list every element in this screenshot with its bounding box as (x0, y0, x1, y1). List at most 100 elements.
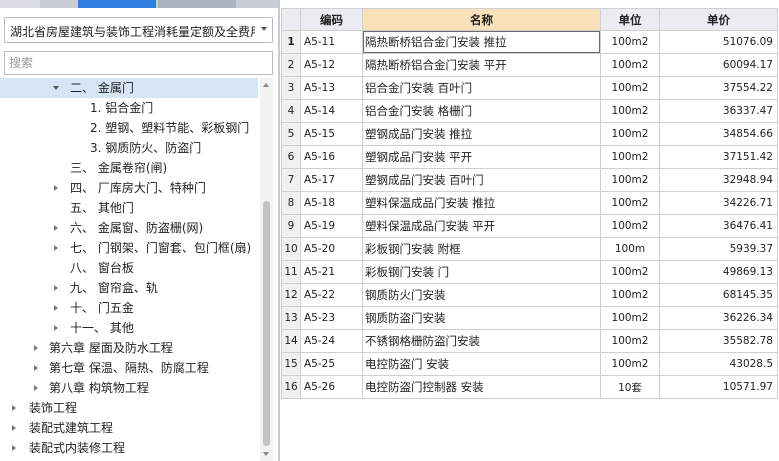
table-row[interactable]: 6 A5-16 塑钢成品门安装 平开 100m2 37151.42 (281, 145, 778, 169)
price-cell[interactable]: 37554.22 (659, 76, 778, 100)
price-cell[interactable]: 43028.5 (659, 352, 778, 376)
name-cell[interactable]: 钢质防盗门安装 (362, 306, 601, 330)
row-index-cell[interactable]: 12 (281, 283, 301, 307)
code-cell[interactable]: A5-22 (300, 283, 363, 307)
table-row[interactable]: 13 A5-23 钢质防盗门安装 100m2 36226.34 (281, 306, 778, 330)
unit-cell[interactable]: 100m2 (600, 30, 660, 54)
name-cell[interactable]: 铝合金门安装 格栅门 (362, 99, 601, 123)
code-cell[interactable]: A5-19 (300, 214, 363, 238)
row-index-cell[interactable]: 8 (281, 191, 301, 215)
tab-right[interactable] (158, 0, 236, 8)
name-cell[interactable]: 塑钢成品门安装 推拉 (362, 122, 601, 146)
table-row[interactable]: 16 A5-26 电控防盗门控制器 安装 10套 10571.97 (281, 375, 778, 399)
unit-cell[interactable]: 100m2 (600, 260, 660, 284)
name-cell[interactable]: 不锈钢格栅防盗门安装 (362, 329, 601, 353)
tree-node[interactable]: 三、 金属卷帘(闸) (0, 158, 258, 178)
column-header-index[interactable] (281, 8, 301, 31)
unit-cell[interactable]: 100m2 (600, 352, 660, 376)
quota-library-select[interactable]: 湖北省房屋建筑与装饰工程消耗量定额及全费用基价表 (4, 17, 273, 43)
row-index-cell[interactable]: 2 (281, 53, 301, 77)
row-index-cell[interactable]: 1 (281, 30, 301, 54)
table-row[interactable]: 7 A5-17 塑钢成品门安装 百叶门 100m2 32948.94 (281, 168, 778, 192)
row-index-cell[interactable]: 5 (281, 122, 301, 146)
name-cell[interactable]: 塑钢成品门安装 百叶门 (362, 168, 601, 192)
unit-cell[interactable]: 100m2 (600, 76, 660, 100)
code-cell[interactable]: A5-25 (300, 352, 363, 376)
price-cell[interactable]: 37151.42 (659, 145, 778, 169)
price-cell[interactable]: 51076.09 (659, 30, 778, 54)
row-index-cell[interactable]: 10 (281, 237, 301, 261)
unit-cell[interactable]: 100m (600, 237, 660, 261)
unit-cell[interactable]: 100m2 (600, 191, 660, 215)
tab-active[interactable] (78, 0, 156, 8)
code-cell[interactable]: A5-16 (300, 145, 363, 169)
column-header-code[interactable]: 编码 (300, 8, 363, 31)
tree-node[interactable]: 六、 金属窗、防盗栅(网) (0, 218, 258, 238)
panel-splitter[interactable] (278, 0, 280, 461)
price-cell[interactable]: 34226.71 (659, 191, 778, 215)
tree-node[interactable]: 第八章 构筑物工程 (0, 378, 258, 398)
unit-cell[interactable]: 100m2 (600, 283, 660, 307)
expand-arrow-right-icon[interactable] (10, 418, 20, 438)
name-cell[interactable]: 彩板钢门安装 附框 (362, 237, 601, 261)
tree-node[interactable]: 九、 窗帘盒、轨 (0, 278, 258, 298)
code-cell[interactable]: A5-24 (300, 329, 363, 353)
unit-cell[interactable]: 100m2 (600, 329, 660, 353)
unit-cell[interactable]: 100m2 (600, 306, 660, 330)
tab-left[interactable] (0, 0, 40, 8)
table-row[interactable]: 2 A5-12 隔热断桥铝合金门安装 平开 100m2 60094.17 (281, 53, 778, 77)
name-cell[interactable]: 隔热断桥铝合金门安装 平开 (362, 53, 601, 77)
code-cell[interactable]: A5-12 (300, 53, 363, 77)
tree-node[interactable]: 装配式内装修工程 (0, 438, 258, 458)
scroll-down-icon[interactable] (263, 452, 269, 456)
row-index-cell[interactable]: 3 (281, 76, 301, 100)
row-index-cell[interactable]: 6 (281, 145, 301, 169)
code-cell[interactable]: A5-21 (300, 260, 363, 284)
search-input[interactable] (4, 51, 273, 75)
name-cell[interactable]: 铝合金门安装 百叶门 (362, 76, 601, 100)
price-cell[interactable]: 32948.94 (659, 168, 778, 192)
column-header-unit[interactable]: 单位 (600, 8, 660, 31)
code-cell[interactable]: A5-14 (300, 99, 363, 123)
tree-node[interactable]: 八、 窗台板 (0, 258, 258, 278)
tree-node[interactable]: 1. 铝合金门 (0, 98, 258, 118)
expand-arrow-right-icon[interactable] (52, 218, 62, 238)
row-index-cell[interactable]: 11 (281, 260, 301, 284)
expand-arrow-right-icon[interactable] (52, 278, 62, 298)
code-cell[interactable]: A5-23 (300, 306, 363, 330)
expand-arrow-right-icon[interactable] (32, 378, 42, 398)
code-cell[interactable]: A5-18 (300, 191, 363, 215)
expand-arrow-right-icon[interactable] (52, 298, 62, 318)
tree-node[interactable]: 十一、 其他 (0, 318, 258, 338)
unit-cell[interactable]: 10套 (600, 375, 660, 399)
tree-node[interactable]: 十、 门五金 (0, 298, 258, 318)
price-cell[interactable]: 34854.66 (659, 122, 778, 146)
expand-arrow-right-icon[interactable] (52, 318, 62, 338)
tree-node[interactable]: 装配式建筑工程 (0, 418, 258, 438)
table-row[interactable]: 15 A5-25 电控防盗门 安装 100m2 43028.5 (281, 352, 778, 376)
price-cell[interactable]: 5939.37 (659, 237, 778, 261)
tree-node[interactable]: 第六章 屋面及防水工程 (0, 338, 258, 358)
unit-cell[interactable]: 100m2 (600, 122, 660, 146)
table-row[interactable]: 8 A5-18 塑料保温成品门安装 推拉 100m2 34226.71 (281, 191, 778, 215)
row-index-cell[interactable]: 9 (281, 214, 301, 238)
code-cell[interactable]: A5-20 (300, 237, 363, 261)
price-cell[interactable]: 68145.35 (659, 283, 778, 307)
code-cell[interactable]: A5-15 (300, 122, 363, 146)
row-index-cell[interactable]: 15 (281, 352, 301, 376)
price-cell[interactable]: 10571.97 (659, 375, 778, 399)
name-cell[interactable]: 塑料保温成品门安装 推拉 (362, 191, 601, 215)
name-cell[interactable]: 电控防盗门控制器 安装 (362, 375, 601, 399)
name-cell[interactable]: 钢质防火门安装 (362, 283, 601, 307)
expand-arrow-right-icon[interactable] (10, 398, 20, 418)
price-cell[interactable]: 36476.41 (659, 214, 778, 238)
row-index-cell[interactable]: 14 (281, 329, 301, 353)
expand-arrow-right-icon[interactable] (10, 438, 20, 458)
tree-node[interactable]: 装饰工程 (0, 398, 258, 418)
expand-arrow-right-icon[interactable] (32, 338, 42, 358)
unit-cell[interactable]: 100m2 (600, 99, 660, 123)
expand-arrow-right-icon[interactable] (32, 358, 42, 378)
expand-arrow-right-icon[interactable] (52, 178, 62, 198)
table-row[interactable]: 1 A5-11 隔热断桥铝合金门安装 推拉 100m2 51076.09 (281, 30, 778, 54)
price-cell[interactable]: 49869.13 (659, 260, 778, 284)
